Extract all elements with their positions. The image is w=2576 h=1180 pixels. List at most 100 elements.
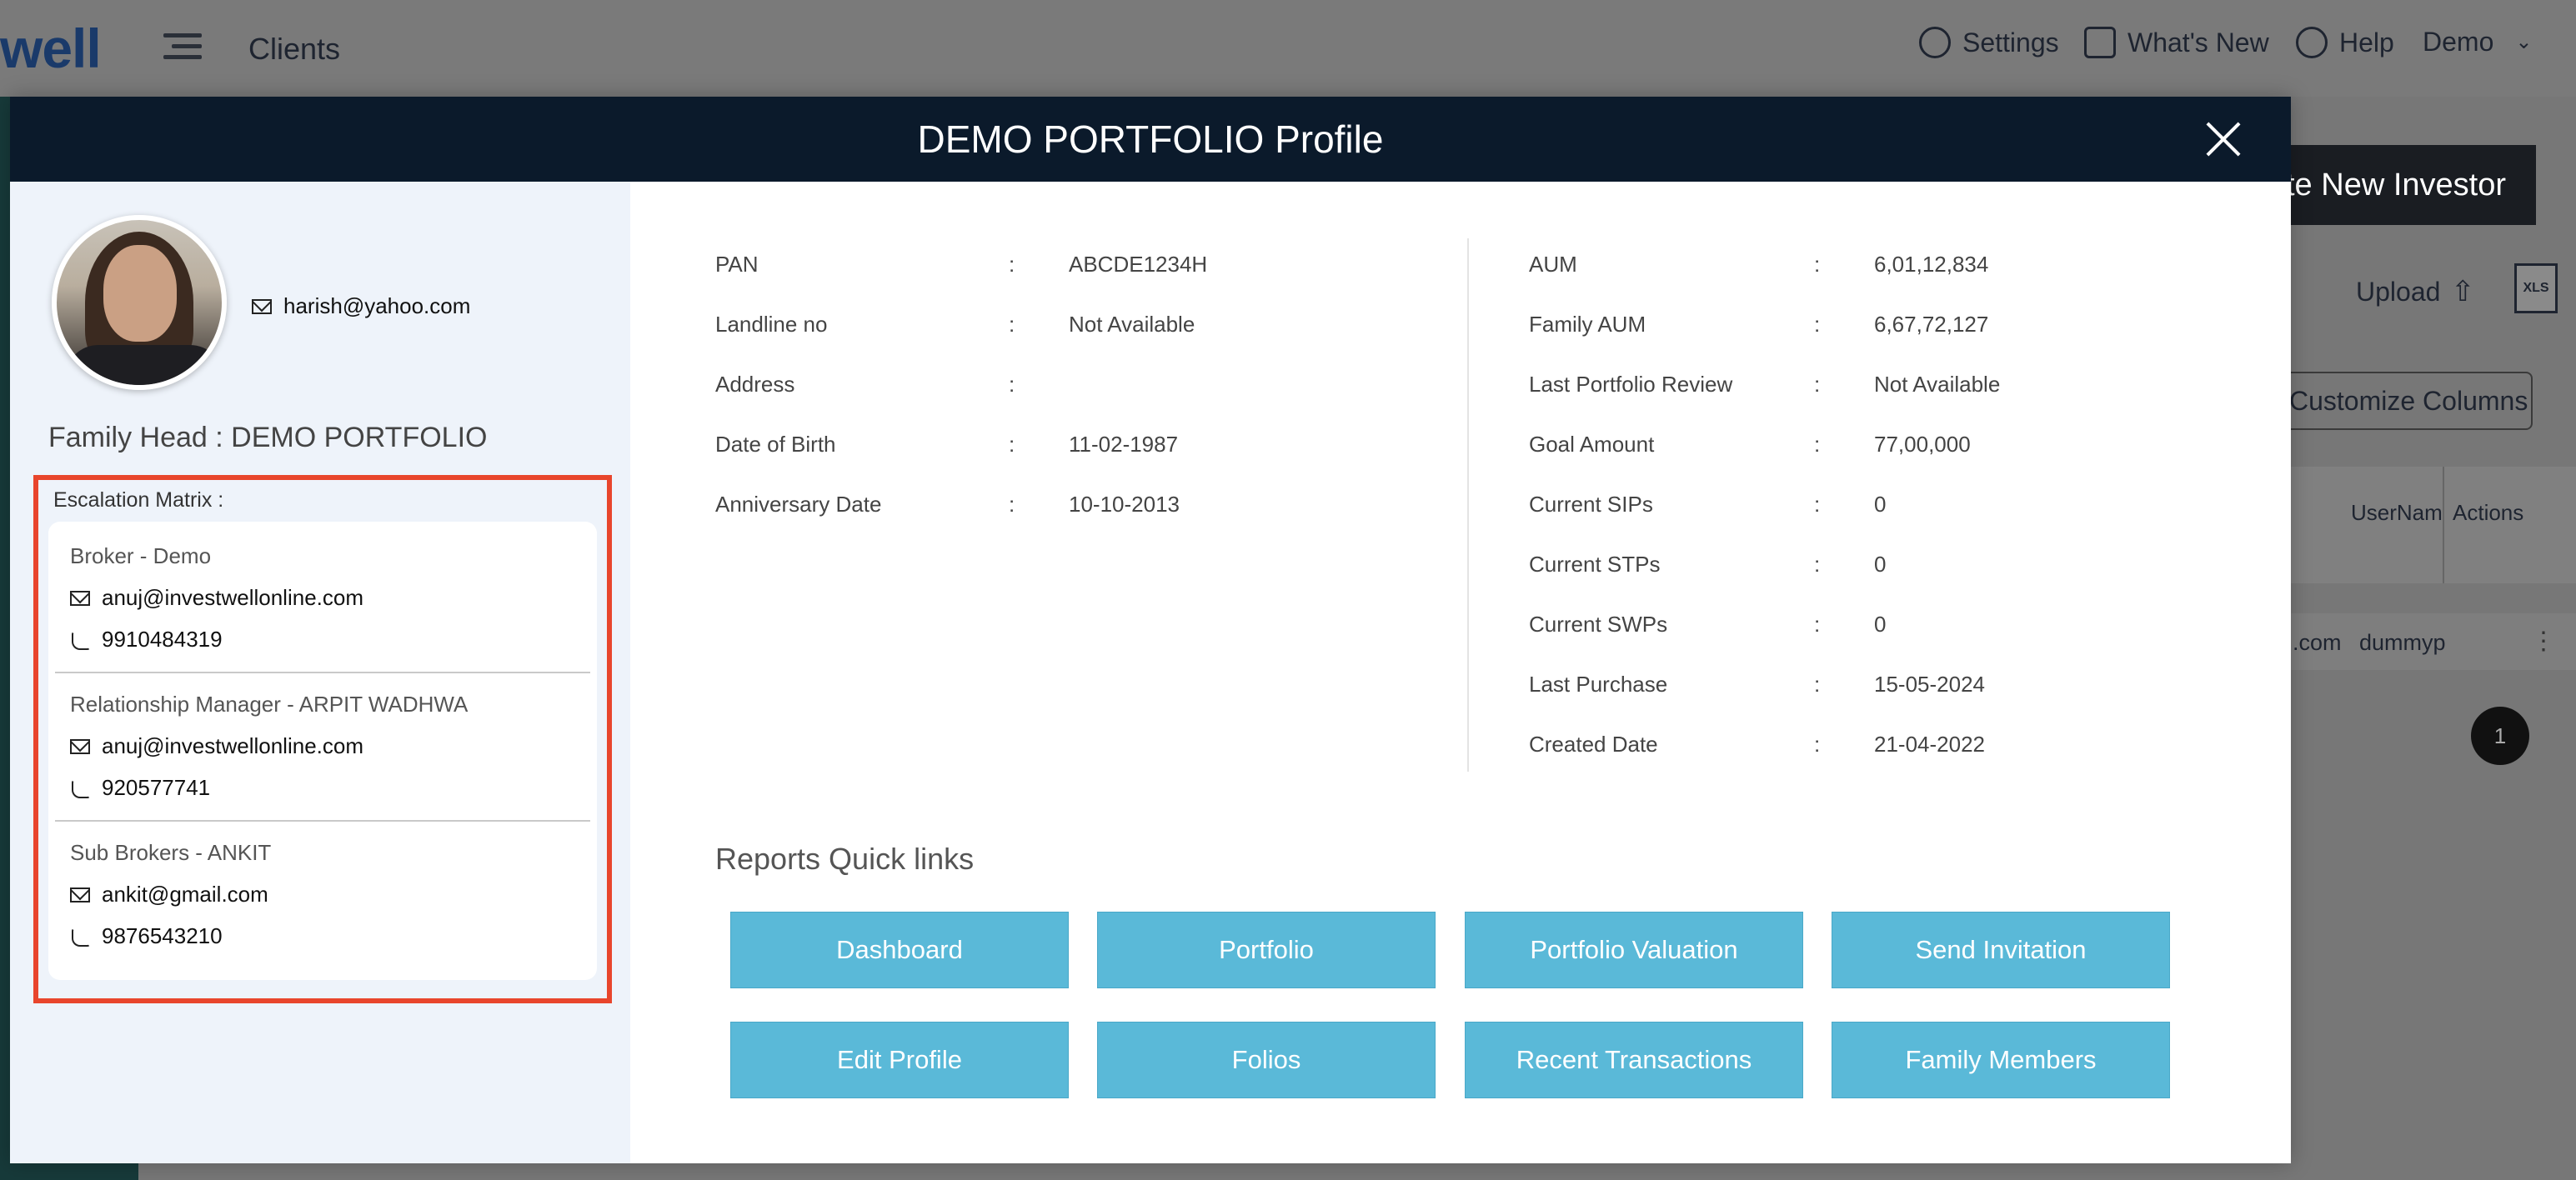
modal-title: DEMO PORTFOLIO Profile xyxy=(917,118,1384,161)
detail-label-current-sips: Current SIPs xyxy=(1529,492,1653,517)
detail-label-dob: Date of Birth xyxy=(715,432,836,457)
page-title: Clients xyxy=(248,32,341,66)
nav-settings[interactable]: Settings xyxy=(1919,27,2059,58)
family-head: Family Head : DEMO PORTFOLIO xyxy=(48,422,488,453)
create-investor-button[interactable]: te New Investor xyxy=(2268,145,2536,225)
detail-label-address: Address xyxy=(715,372,795,397)
profile-modal: DEMO PORTFOLIO Profile harish@yahoo.com … xyxy=(10,97,2291,1163)
detail-separator: : xyxy=(1814,372,1821,397)
escalation-email[interactable]: anuj@investwellonline.com xyxy=(70,585,363,611)
send-invitation-button[interactable]: Send Invitation xyxy=(1832,912,2170,988)
detail-label-pan: PAN xyxy=(715,252,759,277)
table-header-username: UserNam xyxy=(2351,500,2443,525)
app-logo: well xyxy=(0,18,102,79)
xls-icon[interactable]: XLS xyxy=(2514,263,2558,313)
detail-value-last-purchase: 15-05-2024 xyxy=(1874,672,1985,697)
detail-value-anniversary: 10-10-2013 xyxy=(1069,492,1180,517)
escalation-matrix: Escalation Matrix : Broker - Demo anuj@i… xyxy=(33,475,612,1003)
nav-user-menu[interactable]: Demo ⌄ xyxy=(2423,27,2532,58)
detail-label-last-review: Last Portfolio Review xyxy=(1529,372,1733,397)
escalation-phone-text: 9876543210 xyxy=(102,923,223,948)
escalation-email[interactable]: anuj@investwellonline.com xyxy=(70,733,363,759)
phone-icon xyxy=(70,778,90,798)
recent-transactions-button[interactable]: Recent Transactions xyxy=(1465,1022,1803,1098)
table-cell-email: .com xyxy=(2293,630,2342,655)
detail-value-last-review: Not Available xyxy=(1874,372,2001,397)
table-cell-username: dummyp xyxy=(2359,630,2446,655)
detail-separator: : xyxy=(1009,492,1015,517)
phone-icon xyxy=(70,927,90,947)
menu-icon[interactable] xyxy=(163,33,202,67)
customize-columns-button[interactable]: Customize Columns xyxy=(2268,372,2533,430)
detail-value-current-stps: 0 xyxy=(1874,552,1887,577)
family-members-button[interactable]: Family Members xyxy=(1832,1022,2170,1098)
dashboard-button[interactable]: Dashboard xyxy=(730,912,1069,988)
detail-separator: : xyxy=(1814,492,1821,517)
folios-button[interactable]: Folios xyxy=(1097,1022,1436,1098)
mail-icon xyxy=(70,590,90,606)
nav-help[interactable]: Help xyxy=(2296,27,2394,58)
detail-value-landline: Not Available xyxy=(1069,312,1195,337)
detail-label-goal-amount: Goal Amount xyxy=(1529,432,1655,457)
phone-icon xyxy=(70,630,90,650)
details-divider xyxy=(1467,238,1469,772)
mail-icon xyxy=(70,738,90,754)
portfolio-button[interactable]: Portfolio xyxy=(1097,912,1436,988)
detail-separator: : xyxy=(1009,252,1015,277)
pagination-page[interactable]: 1 xyxy=(2471,707,2529,765)
escalation-phone-text: 9910484319 xyxy=(102,627,223,652)
quick-links-title: Reports Quick links xyxy=(715,842,975,876)
app-topbar: well Clients Settings What's New Help De… xyxy=(0,0,2576,97)
edit-profile-button[interactable]: Edit Profile xyxy=(730,1022,1069,1098)
detail-label-current-stps: Current STPs xyxy=(1529,552,1661,577)
help-icon xyxy=(2296,27,2328,58)
table-column-divider xyxy=(2443,467,2444,583)
escalation-role: Broker - Demo xyxy=(70,543,212,568)
avatar xyxy=(52,215,227,390)
detail-value-current-swps: 0 xyxy=(1874,612,1887,637)
escalation-phone[interactable]: 920577741 xyxy=(70,775,210,801)
detail-label-anniversary: Anniversary Date xyxy=(715,492,882,517)
escalation-email-text: ankit@gmail.com xyxy=(102,882,268,907)
detail-label-created-date: Created Date xyxy=(1529,732,1658,757)
escalation-email[interactable]: ankit@gmail.com xyxy=(70,882,268,908)
detail-label-aum: AUM xyxy=(1529,252,1577,277)
portfolio-valuation-button[interactable]: Portfolio Valuation xyxy=(1465,912,1803,988)
mail-icon xyxy=(252,298,272,314)
escalation-role: Sub Brokers - ANKIT xyxy=(70,840,272,865)
escalation-email-text: anuj@investwellonline.com xyxy=(102,585,363,610)
escalation-matrix-label: Escalation Matrix : xyxy=(53,488,224,512)
detail-value-dob: 11-02-1987 xyxy=(1069,432,1179,457)
upload-label[interactable]: Upload xyxy=(2356,277,2440,308)
gear-icon xyxy=(1919,27,1951,58)
detail-value-aum: 6,01,12,834 xyxy=(1874,252,1989,277)
detail-value-current-sips: 0 xyxy=(1874,492,1887,517)
close-icon[interactable] xyxy=(2204,120,2243,158)
upload-icon[interactable]: ⇧ xyxy=(2451,275,2475,308)
detail-separator: : xyxy=(1814,312,1821,337)
escalation-divider xyxy=(55,672,590,673)
detail-separator: : xyxy=(1814,612,1821,637)
nav-settings-label: Settings xyxy=(1962,27,2059,58)
detail-label-landline: Landline no xyxy=(715,312,828,337)
detail-label-family-aum: Family AUM xyxy=(1529,312,1646,337)
profile-email: harish@yahoo.com xyxy=(252,293,470,319)
detail-separator: : xyxy=(1814,732,1821,757)
detail-separator: : xyxy=(1009,372,1015,397)
escalation-phone[interactable]: 9910484319 xyxy=(70,627,223,652)
detail-separator: : xyxy=(1814,672,1821,697)
detail-separator: : xyxy=(1009,312,1015,337)
table-header-actions: Actions xyxy=(2453,500,2524,525)
nav-help-label: Help xyxy=(2339,27,2394,58)
escalation-phone[interactable]: 9876543210 xyxy=(70,923,223,949)
escalation-phone-text: 920577741 xyxy=(102,775,211,800)
detail-label-last-purchase: Last Purchase xyxy=(1529,672,1668,697)
detail-separator: : xyxy=(1814,552,1821,577)
nav-whats-new-label: What's New xyxy=(2127,27,2269,58)
kebab-menu-icon[interactable]: ⋮ xyxy=(2531,627,2556,656)
nav-whats-new[interactable]: What's New xyxy=(2084,27,2269,58)
detail-value-pan: ABCDE1234H xyxy=(1069,252,1208,277)
escalation-email-text: anuj@investwellonline.com xyxy=(102,733,363,758)
escalation-card: Broker - Demo anuj@investwellonline.com … xyxy=(48,522,597,980)
modal-header: DEMO PORTFOLIO Profile xyxy=(10,97,2291,182)
